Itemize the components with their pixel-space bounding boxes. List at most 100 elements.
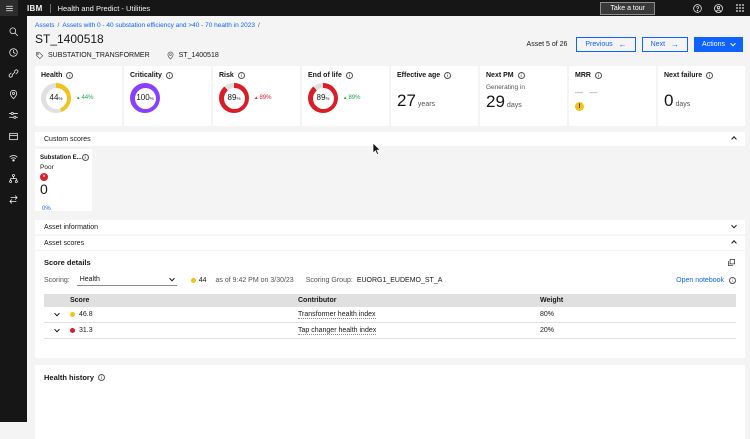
asset-meta-row: SUBSTATION_TRANSFORMER ST_1400518 [35, 51, 745, 60]
info-icon[interactable]: i [238, 72, 245, 79]
score-details-panel: Score details Scoring: Health 44 as of 9… [35, 250, 745, 358]
score-details-title: Score details [44, 258, 91, 267]
score-value: 31.3 [79, 327, 93, 334]
open-notebook-link[interactable]: Open notebook [676, 277, 724, 284]
asset-type-icon [35, 51, 44, 60]
kpi-card-next-failure: Next failurei0days [658, 66, 745, 126]
breadcrumb: Assets/Assets with 0 - 40 substation eff… [35, 22, 745, 29]
donut-gauge: 89% [308, 83, 338, 113]
next-button[interactable]: Next→ [642, 37, 688, 52]
chevron-down-icon [54, 310, 60, 316]
sidebar-link-icon[interactable] [4, 67, 23, 80]
warning-icon: ! [575, 102, 584, 111]
kpi-value: 29 [486, 93, 505, 110]
score-table-header: Score Contributor Weight [44, 294, 736, 307]
arrow-right-icon: → [671, 41, 679, 49]
table-row: 46.8Transformer health index80% [44, 307, 736, 323]
health-history-title: Health history [44, 373, 94, 382]
sidebar-assets-icon[interactable] [4, 130, 23, 143]
kpi-card-end-of-life: End of life i 89% ▲89% [302, 66, 389, 126]
kpi-subtitle: Generating in [486, 84, 561, 91]
kpi-unit: days [675, 101, 690, 108]
donut-unit: % [150, 97, 154, 102]
info-icon[interactable]: i [518, 72, 525, 79]
kpi-title: End of life [308, 72, 342, 79]
sidebar-signal-icon[interactable] [4, 151, 23, 164]
info-icon[interactable]: i [706, 72, 713, 79]
ibm-logo: IBM [27, 4, 43, 13]
scoring-dropdown[interactable]: Health [77, 274, 177, 286]
weight-value: 80% [536, 311, 736, 318]
column-contributor: Contributor [294, 297, 536, 304]
kpi-empty-value: — — [575, 88, 650, 97]
help-icon[interactable] [687, 0, 708, 16]
kpi-title: Health [41, 72, 62, 79]
info-icon[interactable]: i [66, 72, 73, 79]
custom-score-percent: 0% [42, 206, 51, 212]
info-icon[interactable]: i [98, 374, 105, 381]
custom-score-value: 0 [40, 182, 48, 197]
table-row: 31.3 Tap changer health index 20% [44, 323, 736, 339]
donut-value: 44 [50, 94, 59, 102]
score-as-of: as of 9:42 PM on 3/30/23 [215, 277, 293, 284]
asset-pagination-label: Asset 5 of 26 [527, 41, 568, 48]
weight-value: 20% [536, 327, 736, 334]
actions-button[interactable]: Actions [694, 37, 743, 52]
kpi-title: Criticality [130, 72, 162, 79]
app-switcher-icon[interactable] [729, 0, 750, 16]
contributor-link[interactable]: Transformer health index [298, 311, 376, 319]
kpi-unit: years [418, 101, 435, 108]
row-expand-button[interactable] [44, 329, 66, 333]
chevron-down-icon [169, 275, 175, 281]
custom-score-status: Poor [40, 164, 87, 171]
info-icon[interactable]: i [82, 154, 89, 161]
info-icon[interactable]: i [729, 277, 736, 284]
sidebar-filter-icon[interactable] [4, 109, 23, 122]
kpi-card-mrr: MRRi— —! [569, 66, 656, 126]
error-x-icon: × [40, 173, 48, 181]
info-icon[interactable]: i [346, 72, 353, 79]
sidebar-hierarchy-icon[interactable] [4, 172, 23, 185]
main-area: Assets/Assets with 0 - 40 substation eff… [27, 16, 750, 422]
custom-score-card: Substation E... i Poor × 0 0% [35, 149, 92, 211]
asset-location-label: ST_1400518 [179, 52, 219, 59]
sidebar-recent-icon[interactable] [4, 46, 23, 59]
trend-indicator: ▲89% [343, 95, 360, 101]
sidebar-swap-icon[interactable] [4, 193, 23, 206]
donut-unit: % [236, 97, 240, 102]
arrow-left-icon: ← [619, 41, 627, 49]
donut-gauge: 89% [219, 83, 249, 113]
kpi-title: Risk [219, 72, 234, 79]
info-icon[interactable]: i [166, 72, 173, 79]
custom-score-title: Substation E... [40, 155, 82, 161]
breadcrumb-link[interactable]: Assets with 0 - 40 substation efficiency… [62, 22, 255, 29]
section-custom-scores[interactable]: Custom scores [35, 132, 745, 146]
kpi-card-criticality: Criticalityi100% [124, 66, 211, 126]
kpi-title: Effective age [397, 72, 440, 79]
section-asset-scores[interactable]: Asset scores [35, 236, 745, 250]
column-score: Score [66, 297, 294, 304]
trend-up-icon: ▲ [76, 96, 80, 101]
breadcrumb-separator: / [58, 22, 60, 29]
app-title: Health and Predict - Utilities [58, 4, 151, 13]
popup-icon[interactable] [727, 258, 736, 267]
kpi-value: 0 [664, 92, 673, 109]
previous-button[interactable]: Previous← [576, 37, 635, 52]
chevron-up-icon [731, 136, 737, 142]
breadcrumb-link[interactable]: Assets [35, 22, 55, 29]
section-asset-information[interactable]: Asset information [35, 220, 745, 234]
sidebar-search-icon[interactable] [4, 25, 23, 38]
user-avatar-icon[interactable] [708, 0, 729, 16]
trend-up-icon: ▲ [254, 96, 258, 101]
sidebar-location-icon[interactable] [4, 88, 23, 101]
trend-indicator: ▲89% [254, 95, 271, 101]
info-icon[interactable]: i [444, 72, 451, 79]
scoring-row: Scoring: Health 44 as of 9:42 PM on 3/30… [44, 274, 736, 286]
take-a-tour-button[interactable]: Take a tour [600, 2, 655, 15]
scoring-group-label: Scoring Group: [306, 277, 353, 284]
hamburger-menu-icon[interactable] [0, 0, 18, 16]
row-expand-button[interactable] [44, 313, 66, 317]
left-nav-sidebar [0, 16, 27, 422]
info-icon[interactable]: i [595, 72, 602, 79]
contributor-link[interactable]: Tap changer health index [298, 327, 376, 335]
